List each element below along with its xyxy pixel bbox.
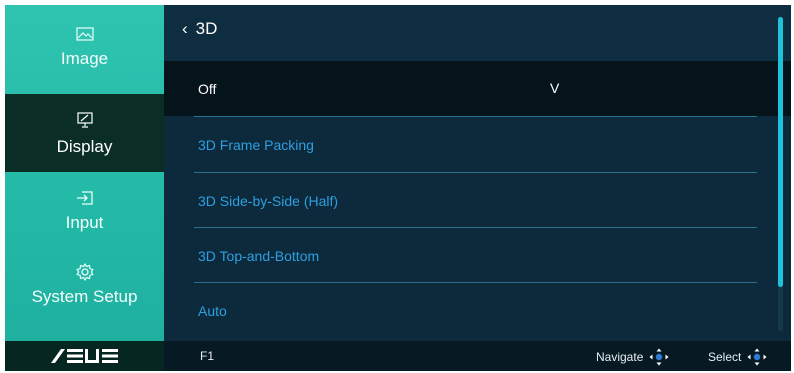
option-auto[interactable]: Auto	[164, 283, 791, 338]
sidebar-item-image[interactable]: Image	[5, 23, 164, 93]
selected-check-mark: V	[550, 80, 560, 96]
navigate-label: Navigate	[596, 350, 644, 364]
sidebar-item-label: Image	[60, 49, 109, 68]
option-label: 3D Side-by-Side (Half)	[198, 192, 339, 209]
option-label: Off	[198, 80, 217, 97]
sidebar-item-system-setup[interactable]: System Setup	[5, 261, 164, 331]
chevron-left-icon: ‹	[182, 19, 188, 38]
sidebar-item-label: System Setup	[31, 287, 138, 306]
select-hint: Select	[708, 348, 767, 366]
submenu-header: ‹ 3D	[164, 5, 791, 61]
option-label: 3D Top-and-Bottom	[198, 247, 320, 264]
option-off[interactable]: Off V	[164, 61, 791, 116]
display-icon	[76, 109, 94, 131]
footer-bar: F1 Navigate Select	[164, 341, 791, 371]
asus-logo	[5, 341, 164, 371]
select-label: Select	[708, 350, 742, 364]
sidebar: Image Display Input System Setup	[5, 5, 164, 371]
gear-icon	[75, 261, 95, 283]
page-title: 3D	[195, 19, 218, 38]
back-button[interactable]: ‹ 3D	[182, 19, 217, 39]
sidebar-item-display[interactable]: Display	[5, 94, 164, 172]
navigate-hint: Navigate	[596, 348, 669, 366]
osd-menu: Image Display Input System Setup ‹ 3D Of…	[5, 5, 791, 371]
sidebar-item-label: Input	[65, 213, 104, 232]
f1-label: F1	[200, 349, 215, 363]
image-icon	[75, 23, 94, 45]
sidebar-item-label: Display	[56, 137, 113, 156]
joystick-select-icon	[747, 348, 767, 366]
scrollbar[interactable]	[778, 17, 783, 331]
option-label: Auto	[198, 302, 227, 319]
option-3d-top-and-bottom[interactable]: 3D Top-and-Bottom	[164, 228, 791, 283]
main-panel: ‹ 3D Off V 3D Frame Packing 3D Side-by-S…	[164, 5, 791, 371]
sidebar-item-input[interactable]: Input	[5, 187, 164, 257]
scrollbar-thumb[interactable]	[778, 17, 783, 287]
option-label: 3D Frame Packing	[198, 136, 314, 153]
option-3d-frame-packing[interactable]: 3D Frame Packing	[164, 117, 791, 172]
joystick-navigate-icon	[649, 348, 669, 366]
option-3d-side-by-side-half[interactable]: 3D Side-by-Side (Half)	[164, 173, 791, 228]
input-icon	[75, 187, 95, 209]
